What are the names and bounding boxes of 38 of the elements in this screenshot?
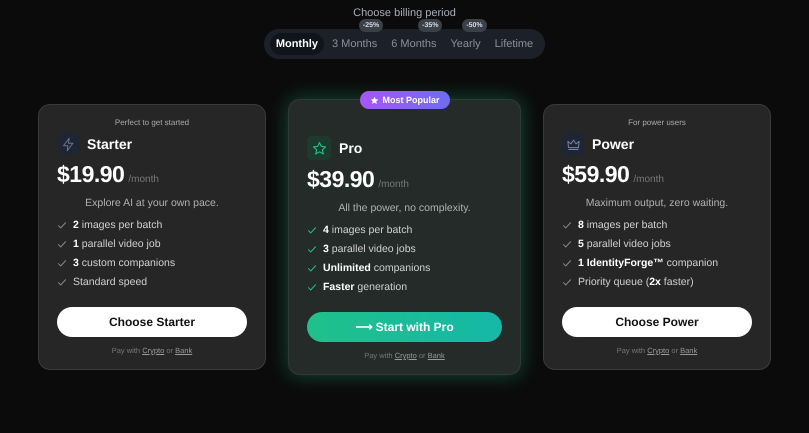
choose-plan-button[interactable]: Choose Starter: [57, 307, 247, 337]
plan-price: $19.90: [57, 161, 124, 188]
feature-text: 4 images per batch: [323, 224, 412, 236]
period-tab[interactable]: 6 Months: [385, 33, 442, 55]
popular-badge: Most Popular: [360, 91, 450, 109]
period-tab[interactable]: 3 Months: [326, 33, 384, 55]
choose-plan-button[interactable]: Choose Power: [562, 307, 752, 337]
feature-text: 1 IdentityForge™ companion: [578, 257, 718, 269]
feature-text: 3 parallel video jobs: [323, 243, 416, 255]
plan-tagline: For power users: [627, 118, 687, 127]
plan-name: Pro: [339, 140, 362, 156]
star-icon: [370, 96, 378, 104]
plan-name: Starter: [87, 136, 132, 152]
feature-text: Priority queue (2x faster): [578, 276, 694, 288]
plan-price: $59.90: [562, 161, 630, 188]
feature-text: 8 images per batch: [578, 219, 668, 231]
price-unit: /month: [633, 174, 664, 185]
feature-text: 2 images per batch: [73, 219, 162, 231]
feature-text: Faster generation: [323, 281, 408, 293]
feature-text: 3 custom companions: [73, 257, 176, 269]
plan-name: Power: [592, 136, 634, 152]
plan-price: $39.90: [307, 166, 374, 193]
price-unit: /month: [378, 179, 409, 190]
plan-description: All the power, no complexity.: [337, 202, 472, 214]
period-tab[interactable]: Lifetime: [488, 33, 540, 55]
plan-description: Maximum output, zero waiting.: [584, 197, 730, 209]
period-tab[interactable]: Yearly: [444, 33, 487, 55]
feature-text: 1 parallel video job: [73, 238, 161, 250]
feature-text: Standard speed: [73, 276, 148, 288]
feature-text: Unlimited companions: [323, 262, 430, 274]
feature-text: 5 parallel video jobs: [578, 238, 671, 250]
plan-description: Explore AI at your own pace.: [84, 197, 220, 209]
crown-icon: [562, 133, 584, 155]
period-tab[interactable]: Monthly: [270, 33, 324, 55]
lightning-icon: [57, 133, 79, 155]
billing-heading: Choose billing period: [353, 7, 456, 19]
plan-tagline: Perfect to get started: [114, 118, 190, 127]
price-unit: /month: [128, 174, 159, 185]
